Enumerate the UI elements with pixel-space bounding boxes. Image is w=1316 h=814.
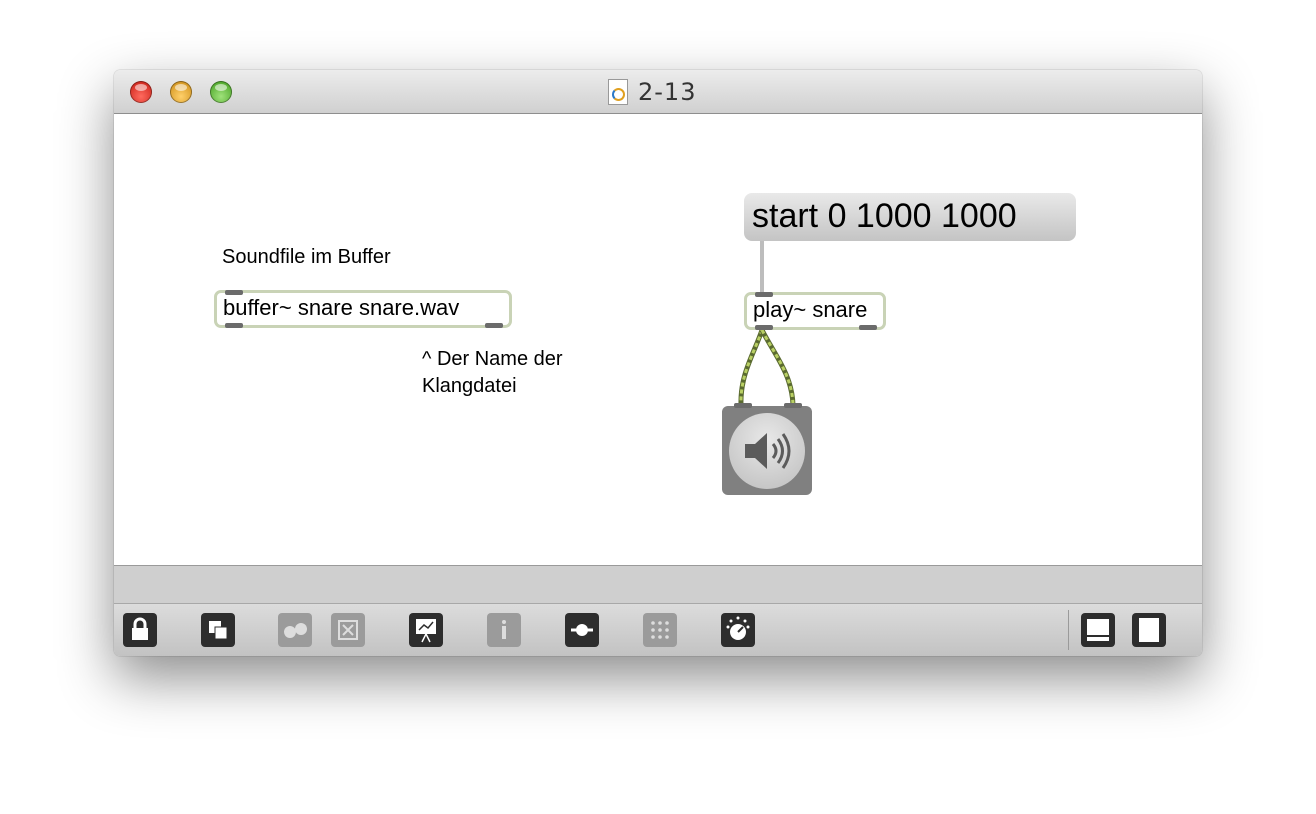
minimize-button[interactable]	[170, 81, 192, 103]
dac-inlet-left[interactable]	[734, 403, 752, 408]
signal-cord-right-outline	[759, 328, 796, 406]
slider-icon[interactable]	[565, 613, 599, 647]
title-bar: 2-13	[114, 70, 1202, 114]
message-box-text: start 0 1000 1000	[752, 197, 1017, 235]
bottom-panel-icon[interactable]	[1081, 613, 1115, 647]
buffer-outlet-left[interactable]	[225, 323, 243, 328]
patch-cords	[738, 240, 796, 406]
comment-soundfile[interactable]: Soundfile im Buffer	[222, 244, 391, 271]
play-inlet[interactable]	[755, 292, 773, 297]
close-button[interactable]	[130, 81, 152, 103]
window-title: 2-13	[608, 78, 696, 106]
inspector-icon[interactable]	[487, 613, 521, 647]
buffer-object-text: buffer~ snare snare.wav	[223, 295, 460, 320]
speaker-icon	[729, 413, 805, 489]
grid-icon[interactable]	[643, 613, 677, 647]
zoom-button[interactable]	[210, 81, 232, 103]
dac-inlet-right[interactable]	[784, 403, 802, 408]
play-outlet-right[interactable]	[859, 325, 877, 330]
ezdac-object[interactable]	[722, 403, 812, 495]
patcher-canvas[interactable]: Soundfile im Buffer buffer~ snare snare.…	[114, 114, 1202, 565]
max-document-icon	[608, 79, 628, 105]
toolbar-separator	[1068, 610, 1069, 650]
patcher-toolbar	[114, 603, 1202, 656]
play-outlet-left[interactable]	[755, 325, 773, 330]
clear-icon[interactable]	[331, 613, 365, 647]
comment-filename[interactable]: ^ Der Name der Klangdatei	[422, 346, 563, 400]
new-object-icon[interactable]	[201, 613, 235, 647]
dial-icon[interactable]	[721, 613, 755, 647]
sidebar-panel-icon[interactable]	[1132, 613, 1166, 647]
patcher-window: 2-13 Soundfile im Buffer buffer~ snare s…	[114, 70, 1202, 656]
play-object-text: play~ snare	[753, 297, 868, 322]
buffer-object[interactable]: buffer~ snare snare.wav	[214, 290, 512, 328]
play-object[interactable]: play~ snare	[744, 292, 886, 330]
status-bar	[114, 565, 1202, 603]
window-title-text: 2-13	[638, 78, 697, 106]
message-box-start[interactable]: start 0 1000 1000	[744, 193, 1076, 241]
signal-cord-left-outline	[738, 329, 765, 406]
buffer-outlet-right[interactable]	[485, 323, 503, 328]
presentation-icon[interactable]	[409, 613, 443, 647]
lock-icon[interactable]	[123, 613, 157, 647]
find-icon[interactable]	[278, 613, 312, 647]
buffer-inlet[interactable]	[225, 290, 243, 295]
